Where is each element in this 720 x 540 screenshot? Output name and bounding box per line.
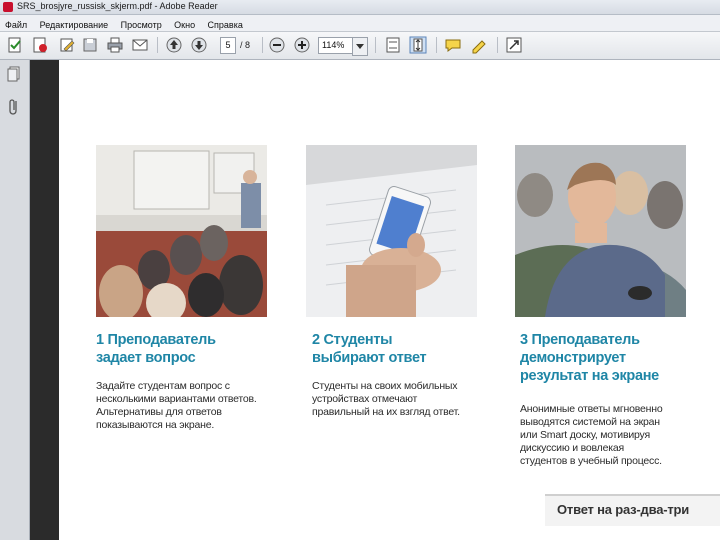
- create-pdf-icon[interactable]: [31, 36, 49, 54]
- step-3-description-line: студентов в учебный процесс.: [520, 455, 662, 467]
- edit-icon[interactable]: [58, 36, 76, 54]
- step-2-heading-line: выбирают ответ: [312, 350, 427, 366]
- step-3-description-line: или Smart доску, мотивируя: [520, 429, 650, 441]
- fit-width-icon[interactable]: [409, 36, 427, 54]
- next-page-icon[interactable]: [190, 36, 208, 54]
- step-3-heading-line: 3 Преподаватель: [520, 332, 640, 348]
- menu-window[interactable]: Окно: [174, 18, 195, 30]
- step-3-heading: 3 Преподаватель демонстрирует результат …: [520, 331, 690, 385]
- zoom-dropdown-button[interactable]: [352, 37, 368, 56]
- page-number-input[interactable]: 5: [220, 37, 236, 54]
- step-2-description-line: устройствах отмечают: [312, 393, 418, 405]
- title-bar: SRS_brosjyre_russisk_skjerm.pdf - Adobe …: [0, 0, 720, 15]
- menu-bar: Файл Редактирование Просмотр Окно Справк…: [0, 15, 720, 32]
- comment-icon[interactable]: [444, 36, 462, 54]
- previous-page-icon[interactable]: [165, 36, 183, 54]
- menu-file[interactable]: Файл: [5, 18, 27, 30]
- page-total: / 8: [240, 40, 251, 50]
- toolbar-separator: [262, 37, 263, 53]
- step-3-description: Анонимные ответы мгновенно выводятся сис…: [520, 403, 710, 468]
- email-icon[interactable]: [131, 36, 149, 54]
- step-1-description-line: Альтернативы для ответов: [96, 406, 222, 418]
- pdf-page: 1 Преподаватель задает вопрос Задайте ст…: [59, 60, 720, 540]
- toolbar: 5 / 8 114%: [0, 32, 720, 60]
- step-1-description-line: несколькими вариантами ответов.: [96, 393, 257, 405]
- pages-icon[interactable]: [7, 66, 21, 82]
- menu-edit[interactable]: Редактирование: [40, 18, 109, 30]
- zoom-in-icon[interactable]: [293, 36, 311, 54]
- print-icon[interactable]: [106, 36, 124, 54]
- open-icon[interactable]: [6, 36, 24, 54]
- lecture-hall-photo: [96, 145, 267, 317]
- menu-view[interactable]: Просмотр: [121, 18, 162, 30]
- step-2-description: Студенты на своих мобильных устройствах …: [312, 380, 502, 419]
- expand-icon[interactable]: [505, 36, 523, 54]
- fit-page-icon[interactable]: [384, 36, 402, 54]
- step-3-description-line: выводятся системой на экран: [520, 416, 660, 428]
- step-2-description-line: Студенты на своих мобильных: [312, 380, 458, 392]
- adobe-reader-icon: [3, 2, 13, 12]
- step-3-description-line: дискуссию и вовлекая: [520, 442, 624, 454]
- step-1-heading: 1 Преподаватель задает вопрос: [96, 331, 266, 367]
- tagline-text: Ответ на раз-два-три: [557, 502, 690, 517]
- save-icon[interactable]: [81, 36, 99, 54]
- smiling-students-photo: [515, 145, 686, 317]
- toolbar-separator: [497, 37, 498, 53]
- toolbar-separator: [436, 37, 437, 53]
- step-3-heading-line: результат на экране: [520, 368, 659, 384]
- tagline-banner: Ответ на раз-два-три: [545, 494, 720, 526]
- attachment-icon[interactable]: [8, 98, 20, 116]
- sign-icon[interactable]: [470, 36, 488, 54]
- document-gutter: [30, 60, 59, 540]
- toolbar-separator: [157, 37, 158, 53]
- step-3-heading-line: демонстрирует: [520, 350, 626, 366]
- window-title: SRS_brosjyre_russisk_skjerm.pdf - Adobe …: [17, 1, 218, 11]
- step-2-description-line: правильный на их взгляд ответ.: [312, 406, 460, 418]
- step-1-heading-line: задает вопрос: [96, 350, 196, 366]
- step-1-description: Задайте студентам вопрос с несколькими в…: [96, 380, 286, 432]
- zoom-out-icon[interactable]: [268, 36, 286, 54]
- step-1-description-line: Задайте студентам вопрос с: [96, 380, 230, 392]
- menu-help[interactable]: Справка: [208, 18, 243, 30]
- phone-hand-photo: [306, 145, 477, 317]
- step-1-heading-line: 1 Преподаватель: [96, 332, 216, 348]
- step-3-description-line: Анонимные ответы мгновенно: [520, 403, 663, 415]
- navigation-pane: [0, 60, 30, 540]
- step-2-heading: 2 Студенты выбирают ответ: [312, 331, 482, 367]
- step-2-heading-line: 2 Студенты: [312, 332, 393, 348]
- toolbar-separator: [375, 37, 376, 53]
- step-1-description-line: показываются на экране.: [96, 419, 215, 431]
